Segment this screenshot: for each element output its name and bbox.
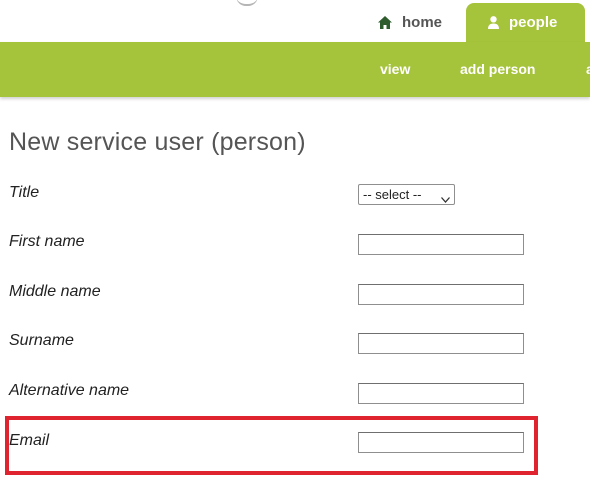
title-select-value: -- select --	[363, 187, 422, 202]
tab-home[interactable]: home	[378, 3, 442, 42]
first-name-field[interactable]	[358, 234, 524, 255]
first-name-label: First name	[9, 233, 85, 250]
person-icon	[488, 16, 499, 29]
page-title: New service user (person)	[9, 128, 306, 156]
nav-link-cut-off[interactable]: a	[586, 61, 590, 77]
top-tabs: home people	[0, 0, 590, 42]
surname-label: Surname	[9, 332, 74, 349]
title-label: Title	[9, 184, 40, 201]
tab-people-label: people	[509, 14, 558, 31]
home-icon	[378, 16, 392, 29]
tab-home-label: home	[402, 14, 443, 31]
chevron-down-icon	[441, 191, 450, 206]
alternative-name-label: Alternative name	[9, 382, 130, 399]
page: home people view add person a New servic…	[0, 0, 590, 491]
title-select[interactable]: -- select --	[358, 184, 455, 205]
tab-people[interactable]: people	[466, 3, 585, 42]
nav-add-person-link[interactable]: add person	[460, 61, 535, 77]
alternative-name-field[interactable]	[358, 383, 524, 404]
middle-name-label: Middle name	[9, 283, 101, 300]
sub-navbar: view add person a	[0, 42, 590, 97]
surname-field[interactable]	[358, 333, 524, 354]
logo-fragment	[236, 0, 258, 6]
email-highlight-box	[5, 416, 538, 475]
middle-name-field[interactable]	[358, 284, 524, 305]
nav-view-link[interactable]: view	[380, 61, 410, 77]
